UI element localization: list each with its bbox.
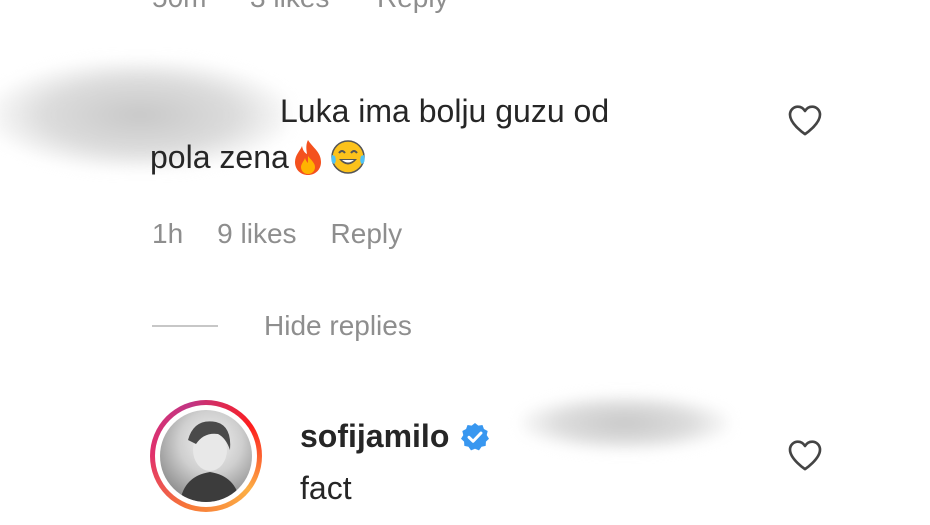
comment-likes-count[interactable]: 9 likes bbox=[217, 218, 296, 250]
comment-text: Luka ima bolju guzu od pola zena bbox=[150, 88, 609, 180]
avatar-photo bbox=[160, 410, 252, 502]
comment-time: 1h bbox=[152, 218, 184, 249]
top-comment-time: 50m bbox=[152, 0, 206, 13]
hide-replies-row[interactable]: Hide replies bbox=[152, 310, 412, 342]
avatar-portrait-icon bbox=[180, 421, 240, 502]
fire-emoji-icon bbox=[294, 140, 321, 175]
comment-text-line2: pola zena bbox=[150, 134, 609, 180]
hide-replies-button[interactable]: Hide replies bbox=[264, 310, 412, 342]
blurred-reply-mention bbox=[520, 395, 730, 451]
reply-like-heart-icon[interactable] bbox=[785, 435, 825, 475]
top-comment-likes[interactable]: 3 likes bbox=[250, 0, 329, 13]
top-comment-meta: 50m 3 likes Reply bbox=[152, 0, 449, 14]
top-comment-reply-button[interactable]: Reply bbox=[377, 0, 449, 13]
comment-text-line2-text: pola zena bbox=[150, 139, 289, 175]
verified-badge-icon bbox=[461, 422, 490, 450]
comment-text-line1: Luka ima bolju guzu od bbox=[280, 93, 610, 129]
comment-reply-button[interactable]: Reply bbox=[331, 218, 403, 250]
reply-header: sofijamilo bbox=[300, 418, 491, 455]
comment-like-heart-icon[interactable] bbox=[785, 100, 825, 140]
tears-of-joy-emoji-icon bbox=[331, 140, 365, 174]
comment-meta: 1h 9 likes Reply bbox=[152, 218, 402, 250]
reply-text: fact bbox=[300, 470, 352, 506]
reply-avatar[interactable] bbox=[150, 400, 262, 512]
reply-username[interactable]: sofijamilo bbox=[300, 418, 449, 455]
hide-replies-line bbox=[152, 325, 218, 327]
